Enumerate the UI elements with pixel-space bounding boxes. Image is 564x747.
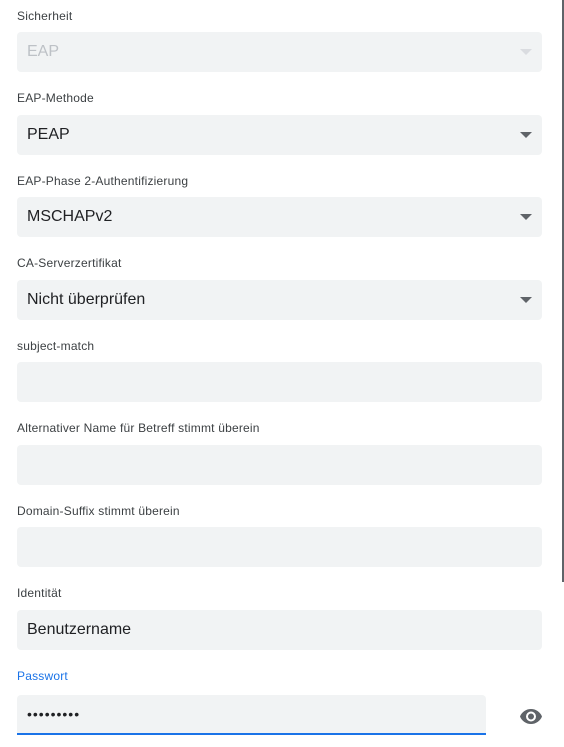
chevron-down-icon xyxy=(520,49,532,55)
password-input[interactable]: ••••••••• xyxy=(17,695,486,735)
identity-input[interactable]: Benutzername xyxy=(17,610,542,650)
password-label: Passwort xyxy=(17,669,68,683)
phase2-value: MSCHAPv2 xyxy=(27,208,113,225)
eap-method-value: PEAP xyxy=(27,126,70,143)
subject-match-label: subject-match xyxy=(17,339,95,353)
identity-value: Benutzername xyxy=(27,621,132,638)
phase2-label: EAP-Phase 2-Authentifizierung xyxy=(17,174,189,188)
phase2-select[interactable]: MSCHAPv2 xyxy=(17,197,542,237)
identity-label: Identität xyxy=(17,586,62,600)
chevron-down-icon xyxy=(520,214,532,220)
eap-method-select[interactable]: PEAP xyxy=(17,115,542,155)
ca-cert-value: Nicht überprüfen xyxy=(27,291,146,308)
domain-suffix-label: Domain-Suffix stimmt überein xyxy=(17,504,180,518)
alt-name-input[interactable] xyxy=(17,445,542,485)
security-value: EAP xyxy=(27,43,60,60)
eap-method-label: EAP-Methode xyxy=(17,91,94,105)
ca-cert-label: CA-Serverzertifikat xyxy=(17,256,122,270)
domain-suffix-input[interactable] xyxy=(17,527,542,567)
chevron-down-icon xyxy=(520,132,532,138)
security-label: Sicherheit xyxy=(17,9,73,23)
ca-cert-select[interactable]: Nicht überprüfen xyxy=(17,280,542,320)
password-value: ••••••••• xyxy=(27,706,81,722)
eye-icon[interactable] xyxy=(519,704,543,728)
alt-name-label: Alternativer Name für Betreff stimmt übe… xyxy=(17,421,260,435)
chevron-down-icon xyxy=(520,297,532,303)
subject-match-input[interactable] xyxy=(17,362,542,402)
security-select: EAP xyxy=(17,32,542,72)
